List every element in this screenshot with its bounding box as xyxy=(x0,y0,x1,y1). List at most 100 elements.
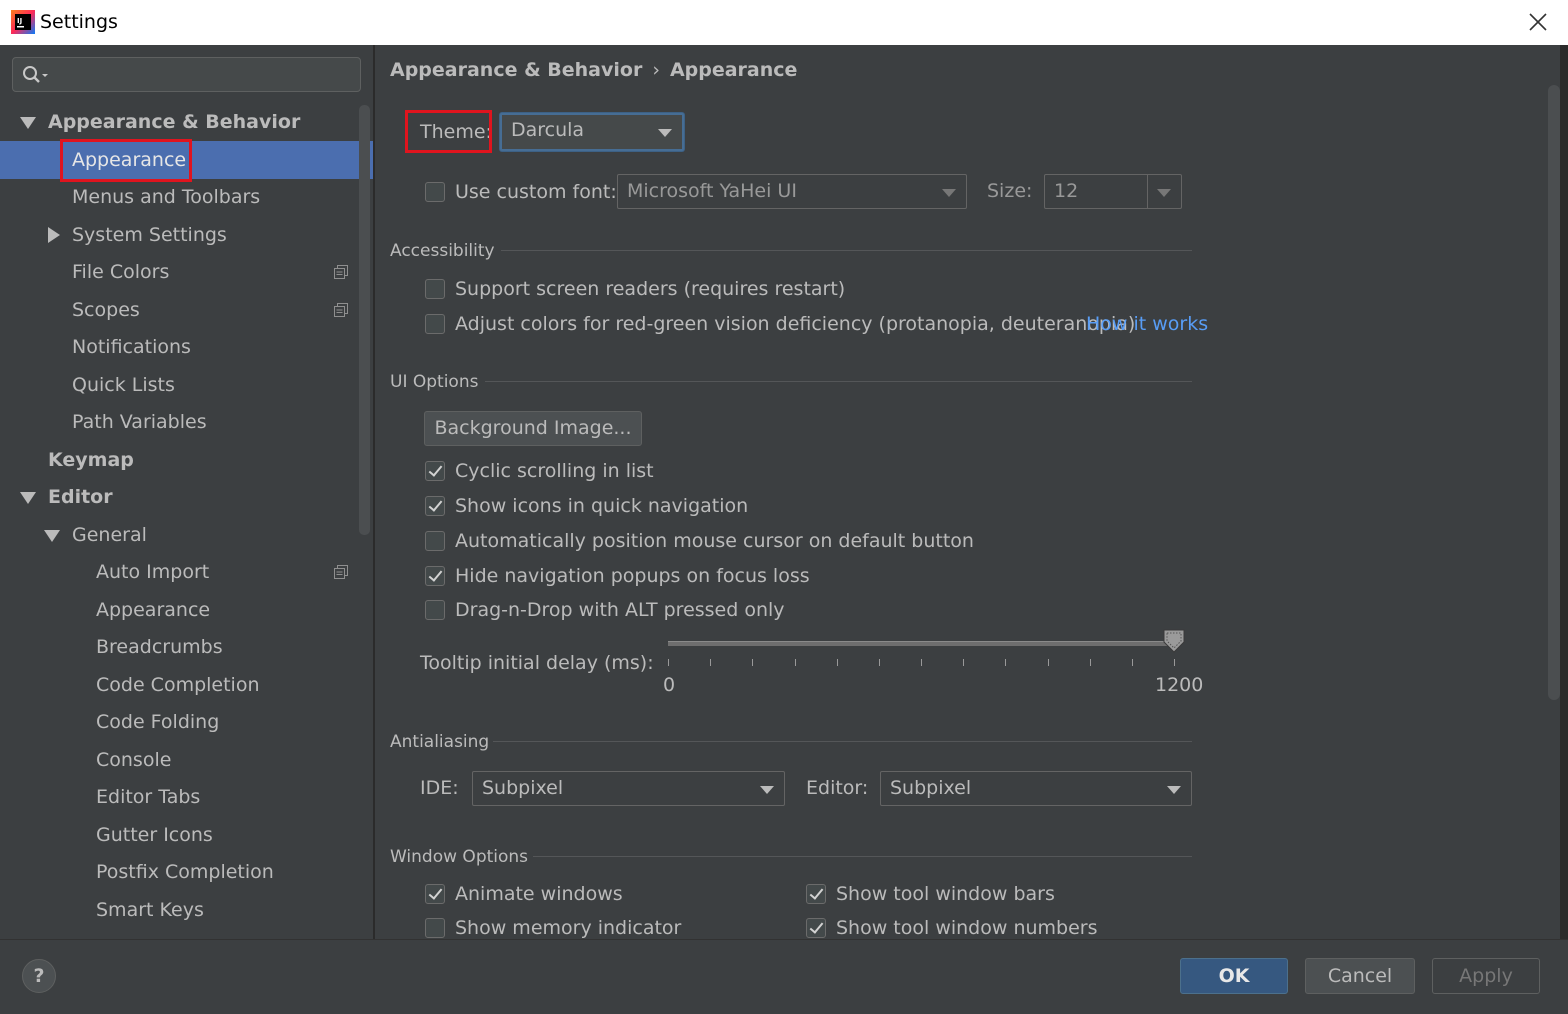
settings-content: Appearance & Behavior › Appearance Theme: … xyxy=(375,45,1568,939)
ide-label: IDE: xyxy=(420,777,459,799)
show-icons-in-quick-navigation-label[interactable]: Show icons in quick navigation xyxy=(455,495,748,517)
tooltip-delay-slider[interactable] xyxy=(668,641,1175,646)
chevron-down-icon xyxy=(942,189,956,197)
sidebar-item-keymap[interactable]: Keymap xyxy=(0,441,373,479)
cyclic-scrolling-in-list-label[interactable]: Cyclic scrolling in list xyxy=(455,460,654,482)
use-custom-font-label[interactable]: Use custom font: xyxy=(455,181,617,203)
slider-tick xyxy=(1047,659,1049,666)
highlight-theme-label xyxy=(405,110,492,153)
breadcrumb-parent[interactable]: Appearance & Behavior xyxy=(390,59,642,81)
automatically-position-mouse-cursor-on-default-button-checkbox[interactable] xyxy=(425,531,445,551)
sidebar-item-breadcrumbs[interactable]: Breadcrumbs xyxy=(0,628,373,666)
sidebar-item-scopes[interactable]: Scopes xyxy=(0,291,373,329)
sidebar-item-notifications[interactable]: Notifications xyxy=(0,328,373,366)
font-dropdown[interactable]: Microsoft YaHei UI xyxy=(617,174,967,209)
sidebar-item-code-folding[interactable]: Code Folding xyxy=(0,703,373,741)
sidebar-item-system-settings[interactable]: System Settings xyxy=(0,216,373,254)
color-deficiency-label[interactable]: Adjust colors for red-green vision defic… xyxy=(455,313,1135,335)
cancel-button[interactable]: Cancel xyxy=(1305,958,1415,994)
collapse-arrow-icon[interactable] xyxy=(48,226,60,243)
sidebar-item-file-colors[interactable]: File Colors xyxy=(0,253,373,291)
editor-antialiasing-value: Subpixel xyxy=(890,777,972,799)
slider-thumb[interactable] xyxy=(1163,629,1185,653)
slider-tick xyxy=(794,659,796,666)
expand-arrow-icon[interactable] xyxy=(20,492,36,504)
background-image-button[interactable]: Background Image... xyxy=(424,411,642,446)
hide-navigation-popups-on-focus-loss-checkbox[interactable] xyxy=(425,566,445,586)
sidebar-item-gutter-icons[interactable]: Gutter Icons xyxy=(0,816,373,854)
show-icons-in-quick-navigation-checkbox[interactable] xyxy=(425,496,445,516)
sidebar-item-code-completion[interactable]: Code Completion xyxy=(0,666,373,704)
sidebar-item-appearance-behavior[interactable]: Appearance & Behavior xyxy=(0,103,373,141)
show-memory-indicator-label[interactable]: Show memory indicator xyxy=(455,917,681,939)
section-divider xyxy=(485,381,1192,382)
sidebar-item-menus-and-toolbars[interactable]: Menus and Toolbars xyxy=(0,178,373,216)
how-it-works-link[interactable]: How it works xyxy=(1086,313,1208,335)
font-size-value: 12 xyxy=(1054,180,1079,202)
animate-windows-checkbox[interactable] xyxy=(425,884,445,904)
sidebar-item-quick-lists[interactable]: Quick Lists xyxy=(0,366,373,404)
screen-readers-label[interactable]: Support screen readers (requires restart… xyxy=(455,278,845,300)
slider-tick xyxy=(921,659,922,666)
cyclic-scrolling-in-list-checkbox[interactable] xyxy=(425,461,445,481)
highlight-appearance-item xyxy=(60,139,192,182)
close-icon[interactable] xyxy=(1526,10,1550,34)
title-bar: IJ Settings xyxy=(0,0,1568,45)
show-tool-window-numbers-label[interactable]: Show tool window numbers xyxy=(836,917,1098,939)
search-input[interactable] xyxy=(12,57,361,92)
search-icon[interactable] xyxy=(22,65,50,85)
sidebar-item-auto-import[interactable]: Auto Import xyxy=(0,553,373,591)
sidebar-item-editor-tabs[interactable]: Editor Tabs xyxy=(0,778,373,816)
combo-splitter xyxy=(1147,175,1148,208)
sidebar-item-label: Postfix Completion xyxy=(96,861,274,883)
apply-button[interactable]: Apply xyxy=(1432,958,1540,994)
sidebar-item-editor[interactable]: Editor xyxy=(0,478,373,516)
sidebar-item-label: Editor xyxy=(48,486,113,508)
sidebar-item-general[interactable]: General xyxy=(0,516,373,554)
help-button[interactable]: ? xyxy=(22,959,56,993)
color-deficiency-checkbox[interactable] xyxy=(425,314,445,334)
ide-antialiasing-dropdown[interactable]: Subpixel xyxy=(472,771,785,806)
sidebar-item-postfix-completion[interactable]: Postfix Completion xyxy=(0,853,373,891)
theme-dropdown[interactable]: Darcula xyxy=(500,113,684,151)
sidebar-item-appearance[interactable]: Appearance xyxy=(0,591,373,629)
sidebar-item-label: System Settings xyxy=(72,223,227,246)
breadcrumb-separator: › xyxy=(652,59,660,81)
ok-button[interactable]: OK xyxy=(1180,958,1288,994)
expand-arrow-icon[interactable] xyxy=(44,529,60,542)
screen-readers-checkbox[interactable] xyxy=(425,279,445,299)
editor-antialiasing-dropdown[interactable]: Subpixel xyxy=(880,771,1192,806)
sidebar-item-smart-keys[interactable]: Smart Keys xyxy=(0,891,373,929)
sidebar-item-console[interactable]: Console xyxy=(0,741,373,779)
show-memory-indicator-checkbox[interactable] xyxy=(425,918,445,938)
window-edge xyxy=(1560,45,1568,1014)
slider-tick xyxy=(1005,659,1007,666)
use-custom-font-checkbox[interactable] xyxy=(425,182,445,202)
content-scrollbar[interactable] xyxy=(1548,85,1560,700)
theme-value: Darcula xyxy=(511,119,585,141)
drag-n-drop-with-alt-pressed-only-label[interactable]: Drag-n-Drop with ALT pressed only xyxy=(455,599,785,621)
tooltip-delay-label: Tooltip initial delay (ms): xyxy=(420,652,654,674)
sidebar-item-label: Gutter Icons xyxy=(96,823,213,846)
breadcrumb: Appearance & Behavior › Appearance xyxy=(390,59,797,81)
hide-navigation-popups-on-focus-loss-label[interactable]: Hide navigation popups on focus loss xyxy=(455,565,810,587)
sidebar-item-label: Appearance & Behavior xyxy=(48,111,301,133)
drag-n-drop-with-alt-pressed-only-checkbox[interactable] xyxy=(425,600,445,620)
chevron-down-icon xyxy=(760,786,774,794)
show-tool-window-bars-checkbox[interactable] xyxy=(806,884,826,904)
sidebar-item-label: Editor Tabs xyxy=(96,786,201,808)
automatically-position-mouse-cursor-on-default-button-label[interactable]: Automatically position mouse cursor on d… xyxy=(455,530,974,552)
sidebar-item-label: Auto Import xyxy=(96,561,210,583)
animate-windows-label[interactable]: Animate windows xyxy=(455,883,623,905)
sidebar-item-label: Notifications xyxy=(72,336,191,358)
sidebar-item-path-variables[interactable]: Path Variables xyxy=(0,403,373,441)
slider-tick xyxy=(963,659,965,666)
ui-options-section-title: UI Options xyxy=(390,372,479,392)
show-tool-window-bars-label[interactable]: Show tool window bars xyxy=(836,883,1055,905)
sidebar-scrollbar[interactable] xyxy=(359,105,370,535)
font-size-combo[interactable]: 12 xyxy=(1044,174,1182,209)
show-tool-window-numbers-checkbox[interactable] xyxy=(806,918,826,938)
font-value: Microsoft YaHei UI xyxy=(627,180,797,202)
sidebar-item-label: Code Completion xyxy=(96,673,260,696)
expand-arrow-icon[interactable] xyxy=(20,117,36,129)
